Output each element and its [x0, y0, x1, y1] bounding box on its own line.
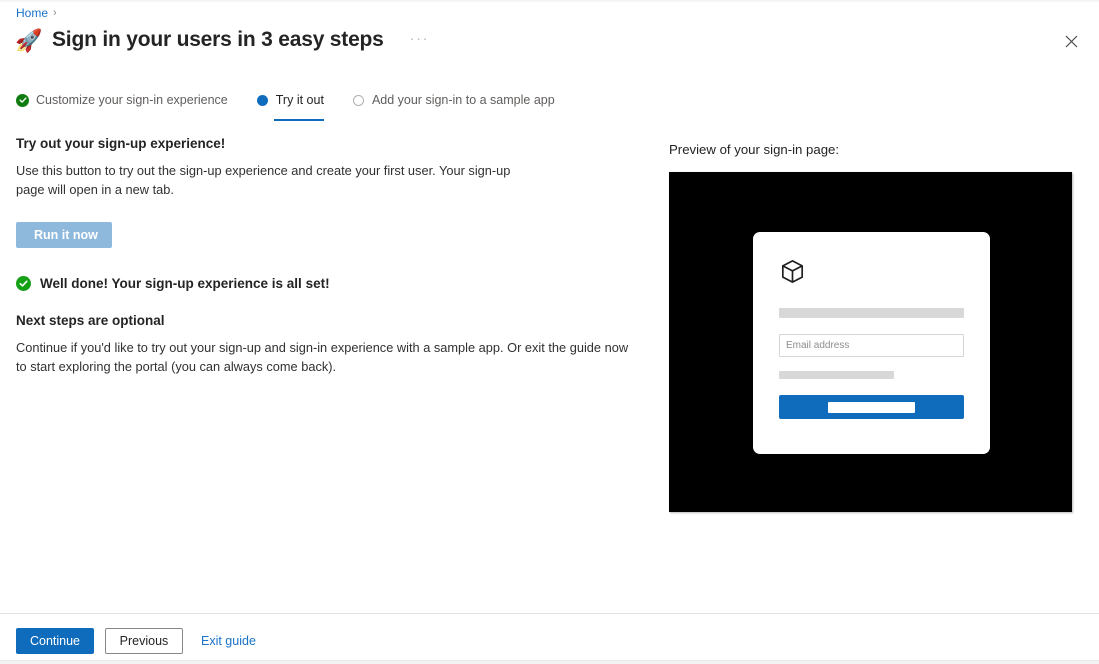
page-header: 🚀 Sign in your users in 3 easy steps ··· [15, 27, 430, 53]
empty-circle-icon [352, 94, 364, 106]
step-customize-sign-in[interactable]: Customize your sign-in experience [16, 88, 228, 112]
run-it-now-label: Run it now [34, 228, 98, 242]
step-pivot-list: Customize your sign-in experience Try it… [16, 88, 555, 121]
window-top-strip [0, 0, 1099, 3]
footer-actions: Continue Previous Exit guide [16, 628, 256, 654]
sign-in-card: Email address [753, 232, 990, 454]
step-try-it-out[interactable]: Try it out [256, 88, 324, 121]
previous-button[interactable]: Previous [105, 628, 183, 654]
check-circle-icon [16, 276, 31, 291]
section-heading: Try out your sign-up experience! [16, 136, 226, 151]
rocket-icon: 🚀 [15, 28, 43, 53]
next-steps-body: Continue if you'd like to try out your s… [16, 340, 629, 374]
step-active-underline [273, 119, 324, 121]
close-icon [1065, 35, 1077, 47]
check-circle-icon [16, 93, 29, 107]
next-steps-heading: Next steps are optional [16, 313, 165, 328]
preview-submit-button[interactable] [779, 395, 964, 419]
step-label: Customize your sign-in experience [36, 93, 228, 107]
step-label: Add your sign-in to a sample app [371, 93, 555, 107]
guide-page: Home › 🚀 Sign in your users in 3 easy st… [0, 0, 1099, 664]
more-options-icon[interactable]: ··· [410, 31, 430, 46]
success-message-label: Well done! Your sign-up experience is al… [40, 276, 330, 291]
preview-email-placeholder: Email address [786, 340, 850, 351]
close-button[interactable] [1060, 30, 1082, 52]
preview-secondary-placeholder-bar [779, 371, 894, 379]
breadcrumb-home-link[interactable]: Home [16, 6, 48, 20]
window-bottom-strip [0, 660, 1099, 664]
preview-title-placeholder-bar [779, 308, 964, 318]
success-message: Well done! Your sign-up experience is al… [16, 276, 641, 291]
main-content: Try out your sign-up experience! Use thi… [16, 136, 641, 389]
breadcrumb: Home › [16, 6, 57, 20]
footer-divider [0, 613, 1099, 614]
breadcrumb-separator-icon: › [53, 7, 57, 19]
exit-guide-link[interactable]: Exit guide [201, 634, 256, 648]
cube-logo-icon [779, 258, 806, 285]
sign-in-preview-stage: Email address [669, 172, 1072, 512]
page-title: Sign in your users in 3 easy steps [52, 28, 384, 51]
run-it-now-button[interactable]: Run it now [16, 222, 112, 248]
section-body-text: Use this button to try out the sign-up e… [16, 163, 511, 197]
preview-label: Preview of your sign-in page: [669, 142, 840, 157]
preview-email-input[interactable]: Email address [779, 334, 964, 357]
filled-circle-icon [256, 94, 268, 106]
preview-submit-label-placeholder [828, 401, 915, 413]
continue-button[interactable]: Continue [16, 628, 94, 654]
step-label: Try it out [275, 93, 324, 107]
step-add-sign-in-sample-app[interactable]: Add your sign-in to a sample app [352, 88, 555, 112]
